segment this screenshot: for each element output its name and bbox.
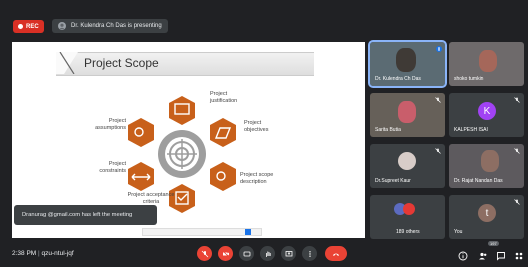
label-constraints: Project constraints: [99, 161, 126, 174]
meeting-details-button[interactable]: [458, 248, 468, 261]
self-name: You: [454, 229, 463, 235]
hex-scope-description: [210, 162, 236, 191]
camera-toggle-button[interactable]: [218, 246, 233, 261]
participant-name: Dr. Rajat Nandan Das: [454, 178, 503, 184]
recording-label: REC: [26, 23, 39, 30]
meeting-info: 2:38 PM | qzu-ntul-jqf: [12, 250, 74, 257]
participant-name: KALPESH ISAI: [454, 127, 488, 133]
participant-tile[interactable]: K KALPESH ISAI: [449, 93, 524, 137]
participant-name: Sarita Butia: [375, 127, 401, 133]
label-scope-description: Project scope description: [240, 172, 274, 185]
leave-call-button[interactable]: [325, 246, 347, 261]
share-bar-button-1[interactable]: [245, 229, 251, 235]
presenting-text: Dr. Kulendra Ch Das is presenting: [71, 23, 162, 29]
presenting-banner: Dr. Kulendra Ch Das is presenting: [52, 19, 168, 33]
presenter-avatar-icon: [58, 22, 66, 30]
toast-text: Dranurag @gmail.com has left the meeting: [22, 212, 133, 218]
activities-icon: [515, 252, 523, 260]
participant-tile[interactable]: Dr. Rajat Nandan Das: [449, 144, 524, 188]
chat-button[interactable]: [496, 248, 506, 261]
participant-tile[interactable]: Dr.Supreet Kaur: [370, 144, 445, 188]
label-assumptions: Project assumptions: [95, 118, 126, 131]
clock-time: 2:38 PM: [12, 250, 37, 257]
video-thumbnail: [481, 150, 499, 172]
label-objectives: Project objectives: [244, 120, 269, 133]
captions-icon: [243, 251, 250, 256]
hex-justification: [169, 96, 195, 125]
video-thumbnail: [398, 101, 416, 123]
label-justification: Project justification: [210, 91, 238, 104]
hex-objectives: [210, 118, 236, 147]
mic-muted-icon: [435, 148, 441, 154]
info-icon: [458, 251, 468, 261]
screen-share-control-bar: [142, 228, 262, 236]
participant-avatar: K: [478, 102, 496, 120]
people-count-badge: 197: [488, 241, 499, 246]
recording-badge: REC: [13, 20, 44, 33]
others-tile[interactable]: 189 others: [370, 195, 445, 239]
participant-name: Dr.Supreet Kaur: [375, 178, 411, 184]
others-count: 189 others: [396, 229, 420, 235]
left-meeting-toast: Dranurag @gmail.com has left the meeting: [14, 205, 157, 225]
hand-icon: [265, 251, 271, 257]
raise-hand-button[interactable]: [260, 246, 275, 261]
present-screen-icon: [285, 250, 292, 256]
self-avatar: t: [478, 204, 496, 222]
people-button[interactable]: [478, 248, 488, 260]
meeting-code: qzu-ntul-jqf: [41, 250, 74, 257]
mic-muted-icon: [514, 148, 520, 154]
participant-tile[interactable]: Dr. Kulendra Ch Das: [368, 40, 447, 88]
more-vert-icon: [308, 250, 311, 257]
present-button[interactable]: [281, 246, 296, 261]
participant-tile[interactable]: shoko tumkin: [449, 42, 524, 86]
video-thumbnail: [479, 50, 497, 72]
chat-icon: [497, 252, 505, 261]
participant-avatar: [398, 152, 416, 170]
mic-toggle-button[interactable]: [197, 246, 212, 261]
captions-button[interactable]: [239, 246, 254, 261]
hang-up-icon: [333, 253, 339, 256]
activities-button[interactable]: [514, 248, 524, 260]
speaking-indicator-icon: [436, 46, 442, 52]
participant-tile[interactable]: Sarita Butia: [370, 93, 445, 137]
hex-assumptions: [128, 118, 154, 147]
people-icon: [479, 252, 487, 260]
mic-muted-icon: [435, 97, 441, 103]
video-thumbnail: [396, 48, 416, 72]
participant-name: Dr. Kulendra Ch Das: [375, 76, 421, 82]
mic-off-icon: [201, 250, 208, 257]
mic-muted-icon: [514, 97, 520, 103]
camera-off-icon: [222, 250, 229, 257]
self-tile[interactable]: t You: [449, 195, 524, 239]
participant-name: shoko tumkin: [454, 76, 484, 82]
mic-muted-icon: [514, 199, 520, 205]
record-dot-icon: [18, 24, 23, 29]
more-options-button[interactable]: [302, 246, 317, 261]
label-acceptance-criteria: Project acceptance criteria: [127, 192, 175, 205]
others-avatar-2: [403, 203, 415, 215]
